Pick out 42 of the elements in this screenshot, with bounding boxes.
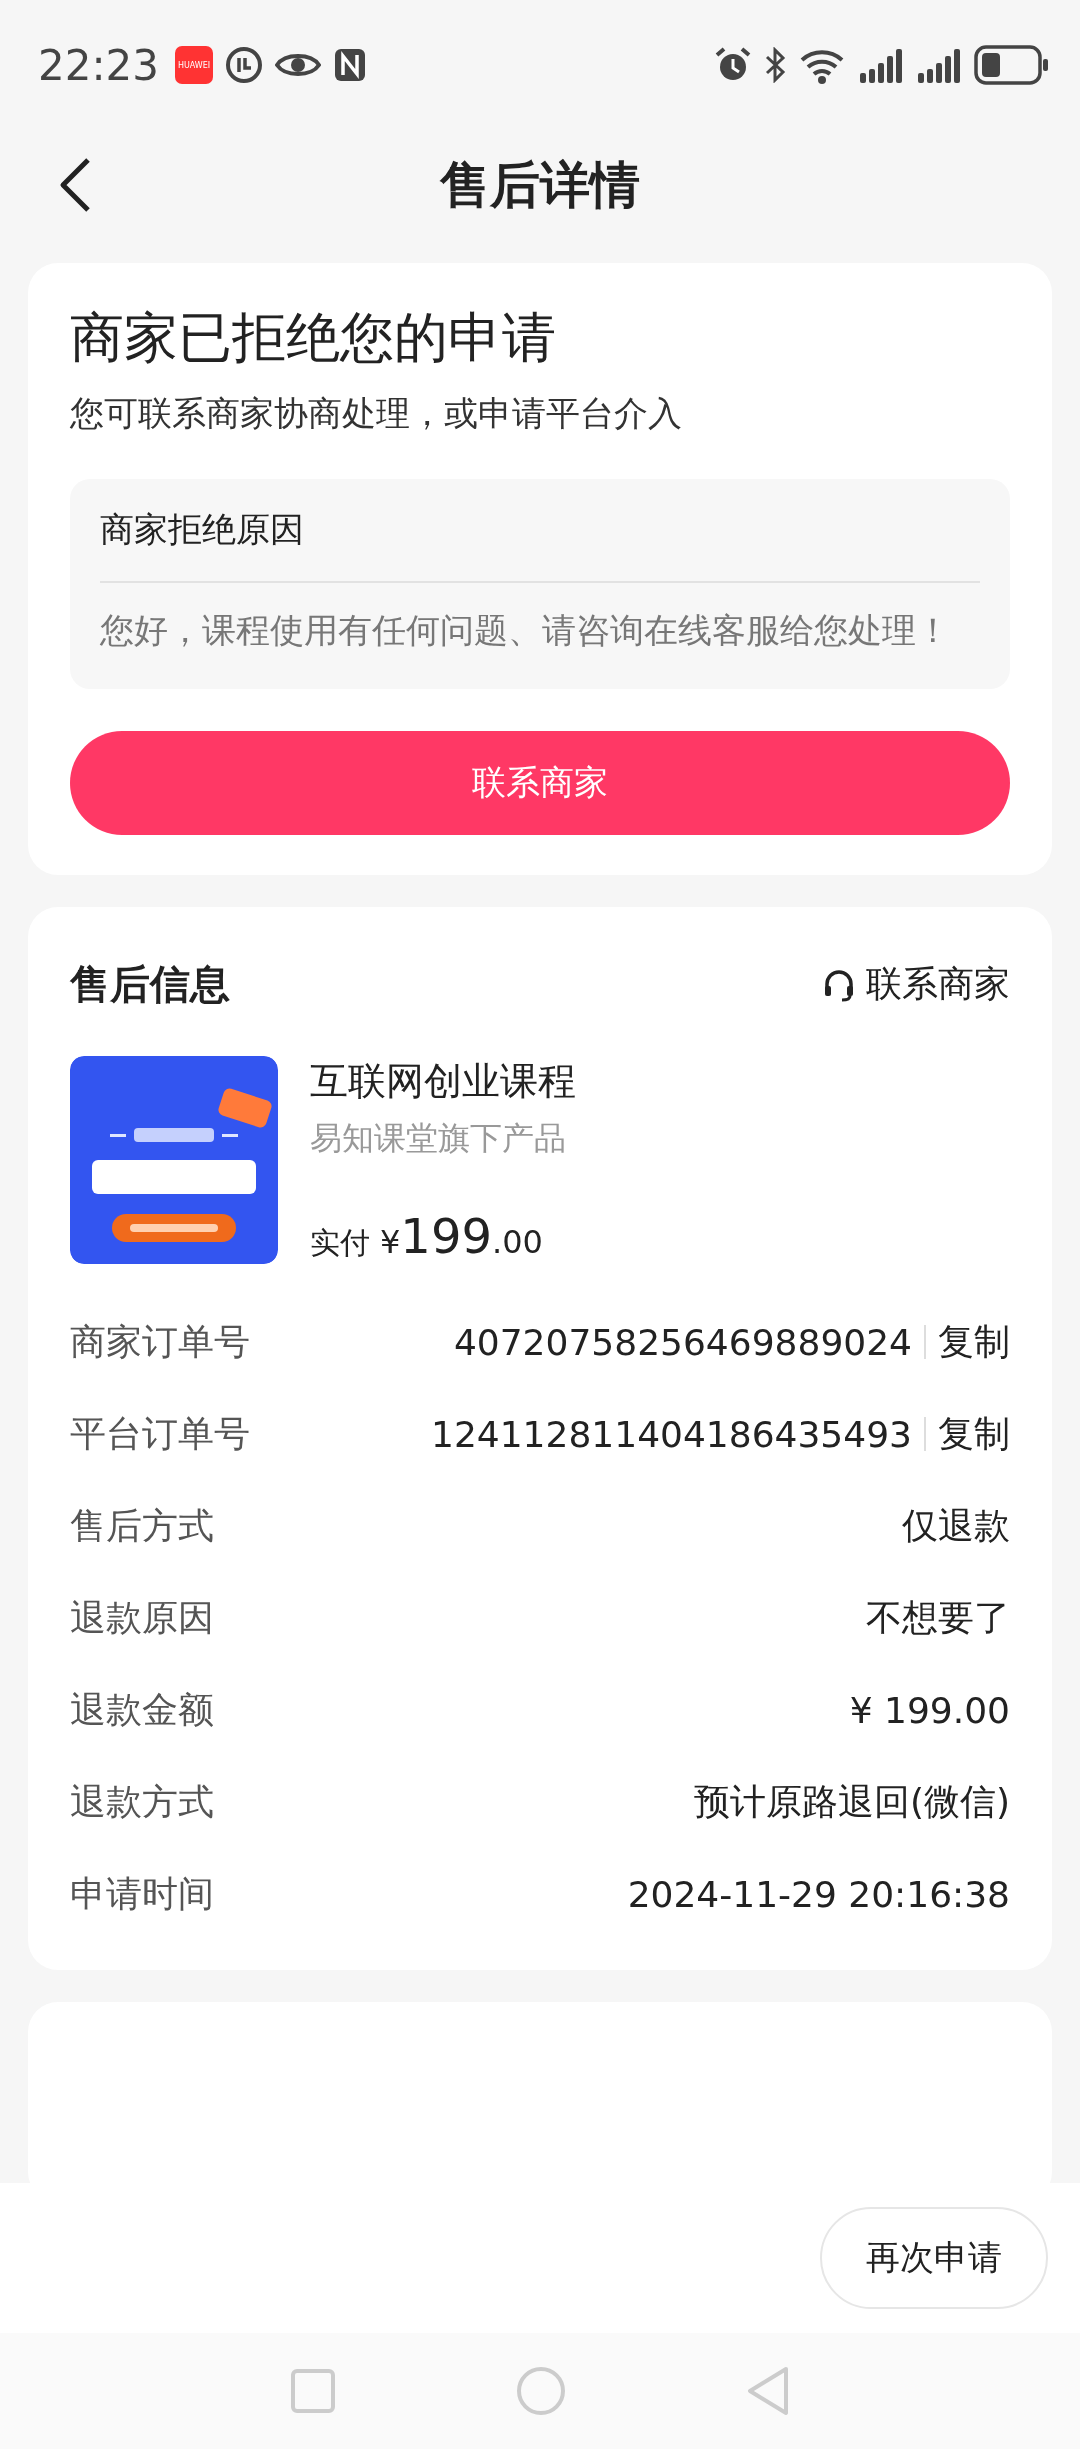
back-nav-icon[interactable] bbox=[746, 2366, 790, 2416]
row-label: 退款金额 bbox=[70, 1687, 214, 1732]
paid-label: 实付 bbox=[310, 1224, 370, 1262]
row-value: 40720758256469889024 bbox=[453, 1321, 912, 1363]
signal-icon bbox=[916, 47, 962, 83]
contact-merchant-link[interactable]: 联系商家 bbox=[822, 960, 1010, 1009]
app-store-icon: HUAWEI bbox=[175, 46, 214, 84]
section-title: 售后信息 bbox=[70, 960, 230, 1009]
signal-icon bbox=[858, 47, 904, 83]
row-value: 2024-11-29 20:16:38 bbox=[627, 1873, 1010, 1915]
row-label: 申请时间 bbox=[70, 1871, 214, 1916]
copy-link[interactable]: 复制 bbox=[938, 1317, 1010, 1367]
battery-icon bbox=[974, 45, 1050, 85]
row-label: 退款原因 bbox=[70, 1595, 214, 1640]
nfc-icon bbox=[333, 47, 368, 83]
reapply-button[interactable]: 再次申请 bbox=[820, 2207, 1048, 2309]
row-value: 124112811404186435493 bbox=[431, 1413, 912, 1455]
headset-icon bbox=[822, 967, 856, 1002]
reason-text: 您好，课程使用有任何问题、请咨询在线客服给您处理！ bbox=[100, 609, 951, 652]
copy-link[interactable]: 复制 bbox=[938, 1409, 1010, 1459]
status-subtitle: 您可联系商家协商处理，或申请平台介入 bbox=[70, 392, 683, 435]
row-label: 商家订单号 bbox=[70, 1319, 250, 1364]
row-label: 平台订单号 bbox=[70, 1411, 250, 1456]
row-value: 仅退款 bbox=[902, 1503, 1010, 1548]
contact-merchant-button[interactable]: 联系商家 bbox=[70, 731, 1010, 835]
recents-icon[interactable] bbox=[290, 2368, 336, 2414]
reason-label: 商家拒绝原因 bbox=[100, 507, 980, 583]
row-label: 退款方式 bbox=[70, 1779, 214, 1824]
row-value: 预计原路退回(微信) bbox=[693, 1779, 1010, 1824]
bluetooth-icon bbox=[764, 47, 786, 83]
eco-icon bbox=[225, 46, 264, 84]
row-value: 不想要了 bbox=[866, 1595, 1010, 1640]
page-title: 售后详情 bbox=[440, 154, 640, 216]
home-icon[interactable] bbox=[516, 2366, 566, 2416]
back-icon[interactable] bbox=[58, 157, 92, 213]
product-name: 互联网创业课程 bbox=[310, 1058, 576, 1105]
status-title: 商家已拒绝您的申请 bbox=[70, 305, 557, 371]
paid-price: ¥199.00 bbox=[380, 1208, 543, 1264]
status-time: 22:23 bbox=[38, 40, 160, 90]
row-label: 售后方式 bbox=[70, 1503, 214, 1548]
product-seller: 易知课堂旗下产品 bbox=[310, 1118, 567, 1159]
row-value: ¥ 199.00 bbox=[849, 1689, 1010, 1731]
